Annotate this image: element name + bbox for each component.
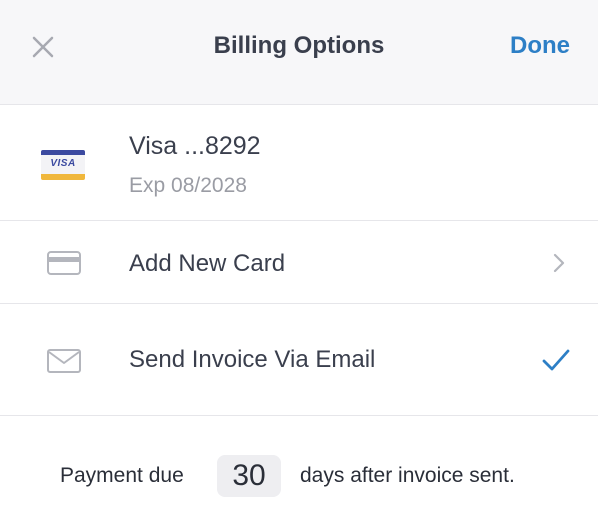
send-invoice-email-label: Send Invoice Via Email bbox=[129, 346, 376, 373]
card-name: Visa ...8292 bbox=[129, 132, 261, 160]
send-invoice-email-row[interactable]: Send Invoice Via Email bbox=[0, 304, 598, 416]
credit-card-icon bbox=[47, 251, 81, 275]
add-new-card-row[interactable]: Add New Card bbox=[0, 221, 598, 304]
done-button[interactable]: Done bbox=[510, 32, 570, 60]
page-title: Billing Options bbox=[213, 32, 385, 59]
envelope-icon bbox=[47, 349, 81, 373]
payment-terms: Payment due 30 days after invoice sent. bbox=[0, 416, 598, 529]
nav-header: Billing Options Done bbox=[0, 0, 598, 105]
payment-days-input[interactable]: 30 bbox=[217, 455, 281, 497]
payment-days-suffix: days after invoice sent. bbox=[300, 464, 515, 487]
visa-card-icon: VISA bbox=[41, 150, 85, 180]
chevron-right-icon bbox=[553, 253, 565, 273]
checkmark-icon bbox=[542, 349, 570, 371]
card-expiry: Exp 08/2028 bbox=[129, 174, 247, 197]
payment-due-label: Payment due bbox=[60, 464, 184, 487]
saved-card-row[interactable]: VISA Visa ...8292 Exp 08/2028 bbox=[0, 105, 598, 221]
add-new-card-label: Add New Card bbox=[129, 250, 286, 277]
